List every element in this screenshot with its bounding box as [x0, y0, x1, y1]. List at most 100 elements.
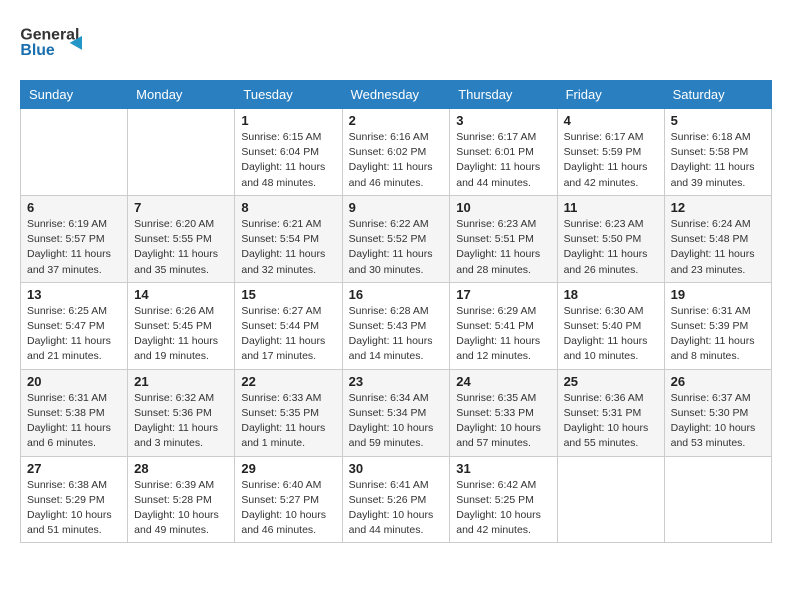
day-info: Sunrise: 6:25 AM Sunset: 5:47 PM Dayligh… — [27, 304, 121, 365]
day-cell: 16Sunrise: 6:28 AM Sunset: 5:43 PM Dayli… — [342, 282, 450, 369]
day-info: Sunrise: 6:31 AM Sunset: 5:38 PM Dayligh… — [27, 391, 121, 452]
day-number: 29 — [241, 461, 335, 476]
day-info: Sunrise: 6:33 AM Sunset: 5:35 PM Dayligh… — [241, 391, 335, 452]
day-number: 12 — [671, 200, 765, 215]
header-wednesday: Wednesday — [342, 81, 450, 109]
day-cell — [21, 109, 128, 196]
day-number: 19 — [671, 287, 765, 302]
logo: General Blue — [20, 20, 100, 64]
header-saturday: Saturday — [664, 81, 771, 109]
day-cell: 11 Sunrise: 6:23 AM Sunset: 5:50 PM Dayli… — [557, 195, 664, 282]
day-cell: 23 Sunrise: 6:34 AM Sunset: 5:34 PM Dayli… — [342, 369, 450, 456]
day-number: 15 — [241, 287, 335, 302]
day-info: Sunrise: 6:15 AM Sunset: 6:04 PM Dayligh… — [241, 130, 335, 191]
day-info: Sunrise: 6:39 AM Sunset: 5:28 PM Dayligh… — [134, 478, 228, 539]
day-number: 9 — [349, 200, 444, 215]
day-cell: 1 Sunrise: 6:15 AM Sunset: 6:04 PM Daylig… — [235, 109, 342, 196]
day-info: Sunrise: 6:17 AM Sunset: 6:01 PM Dayligh… — [456, 130, 550, 191]
day-number: 6 — [27, 200, 121, 215]
day-info: Sunrise: 6:37 AM Sunset: 5:30 PM Dayligh… — [671, 391, 765, 452]
day-number: 28 — [134, 461, 228, 476]
day-cell: 13 Sunrise: 6:25 AM Sunset: 5:47 PM Dayli… — [21, 282, 128, 369]
day-cell: 9 Sunrise: 6:22 AM Sunset: 5:52 PM Daylig… — [342, 195, 450, 282]
day-cell: 3 Sunrise: 6:17 AM Sunset: 6:01 PM Daylig… — [450, 109, 557, 196]
svg-text:General: General — [20, 26, 79, 43]
calendar-table: SundayMondayTuesdayWednesdayThursdayFrid… — [20, 80, 772, 543]
day-cell: 25 Sunrise: 6:36 AM Sunset: 5:31 PM Dayli… — [557, 369, 664, 456]
day-info: Sunrise: 6:31 AM Sunset: 5:39 PM Dayligh… — [671, 304, 765, 365]
day-number: 11 — [564, 200, 658, 215]
day-cell: 5 Sunrise: 6:18 AM Sunset: 5:58 PM Daylig… — [664, 109, 771, 196]
day-number: 18 — [564, 287, 658, 302]
day-info: Sunrise: 6:38 AM Sunset: 5:29 PM Dayligh… — [27, 478, 121, 539]
day-number: 31 — [456, 461, 550, 476]
day-info: Sunrise: 6:18 AM Sunset: 5:58 PM Dayligh… — [671, 130, 765, 191]
day-cell: 12 Sunrise: 6:24 AM Sunset: 5:48 PM Dayli… — [664, 195, 771, 282]
day-number: 5 — [671, 113, 765, 128]
day-number: 17 — [456, 287, 550, 302]
day-number: 2 — [349, 113, 444, 128]
day-cell: 24 Sunrise: 6:35 AM Sunset: 5:33 PM Dayli… — [450, 369, 557, 456]
day-number: 20 — [27, 374, 121, 389]
day-cell: 18 Sunrise: 6:30 AM Sunset: 5:40 PM Dayli… — [557, 282, 664, 369]
day-number: 14 — [134, 287, 228, 302]
day-number: 30 — [349, 461, 444, 476]
day-info: Sunrise: 6:29 AM Sunset: 5:41 PM Dayligh… — [456, 304, 550, 365]
svg-text:Blue: Blue — [20, 42, 54, 59]
day-cell: 15 Sunrise: 6:27 AM Sunset: 5:44 PM Dayli… — [235, 282, 342, 369]
day-cell: 17 Sunrise: 6:29 AM Sunset: 5:41 PM Dayli… — [450, 282, 557, 369]
day-cell: 6 Sunrise: 6:19 AM Sunset: 5:57 PM Daylig… — [21, 195, 128, 282]
day-cell: 28 Sunrise: 6:39 AM Sunset: 5:28 PM Dayli… — [128, 456, 235, 543]
week-row-1: 6 Sunrise: 6:19 AM Sunset: 5:57 PM Daylig… — [21, 195, 772, 282]
day-info: Sunrise: 6:22 AM Sunset: 5:52 PM Dayligh… — [349, 217, 444, 278]
day-info: Sunrise: 6:41 AM Sunset: 5:26 PM Dayligh… — [349, 478, 444, 539]
day-info: Sunrise: 6:35 AM Sunset: 5:33 PM Dayligh… — [456, 391, 550, 452]
day-info: Sunrise: 6:26 AM Sunset: 5:45 PM Dayligh… — [134, 304, 228, 365]
day-info: Sunrise: 6:20 AM Sunset: 5:55 PM Dayligh… — [134, 217, 228, 278]
header-thursday: Thursday — [450, 81, 557, 109]
day-cell: 21 Sunrise: 6:32 AM Sunset: 5:36 PM Dayli… — [128, 369, 235, 456]
day-number: 25 — [564, 374, 658, 389]
week-row-3: 20 Sunrise: 6:31 AM Sunset: 5:38 PM Dayli… — [21, 369, 772, 456]
header-friday: Friday — [557, 81, 664, 109]
day-info: Sunrise: 6:16 AM Sunset: 6:02 PM Dayligh… — [349, 130, 444, 191]
day-number: 21 — [134, 374, 228, 389]
header-row: SundayMondayTuesdayWednesdayThursdayFrid… — [21, 81, 772, 109]
day-number: 7 — [134, 200, 228, 215]
day-cell: 7 Sunrise: 6:20 AM Sunset: 5:55 PM Daylig… — [128, 195, 235, 282]
day-cell: 22Sunrise: 6:33 AM Sunset: 5:35 PM Dayli… — [235, 369, 342, 456]
day-cell: 29 Sunrise: 6:40 AM Sunset: 5:27 PM Dayli… — [235, 456, 342, 543]
day-number: 23 — [349, 374, 444, 389]
page-header: General Blue — [20, 20, 772, 64]
day-info: Sunrise: 6:40 AM Sunset: 5:27 PM Dayligh… — [241, 478, 335, 539]
day-info: Sunrise: 6:24 AM Sunset: 5:48 PM Dayligh… — [671, 217, 765, 278]
day-number: 1 — [241, 113, 335, 128]
day-number: 13 — [27, 287, 121, 302]
day-cell: 14 Sunrise: 6:26 AM Sunset: 5:45 PM Dayli… — [128, 282, 235, 369]
day-info: Sunrise: 6:23 AM Sunset: 5:50 PM Dayligh… — [564, 217, 658, 278]
day-info: Sunrise: 6:19 AM Sunset: 5:57 PM Dayligh… — [27, 217, 121, 278]
day-cell: 27 Sunrise: 6:38 AM Sunset: 5:29 PM Dayli… — [21, 456, 128, 543]
day-number: 8 — [241, 200, 335, 215]
day-info: Sunrise: 6:34 AM Sunset: 5:34 PM Dayligh… — [349, 391, 444, 452]
day-info: Sunrise: 6:27 AM Sunset: 5:44 PM Dayligh… — [241, 304, 335, 365]
day-cell — [557, 456, 664, 543]
day-number: 16 — [349, 287, 444, 302]
day-cell — [664, 456, 771, 543]
header-monday: Monday — [128, 81, 235, 109]
day-info: Sunrise: 6:32 AM Sunset: 5:36 PM Dayligh… — [134, 391, 228, 452]
day-info: Sunrise: 6:21 AM Sunset: 5:54 PM Dayligh… — [241, 217, 335, 278]
day-cell: 4Sunrise: 6:17 AM Sunset: 5:59 PM Daylig… — [557, 109, 664, 196]
day-number: 27 — [27, 461, 121, 476]
day-number: 24 — [456, 374, 550, 389]
day-number: 3 — [456, 113, 550, 128]
day-cell: 19 Sunrise: 6:31 AM Sunset: 5:39 PM Dayli… — [664, 282, 771, 369]
week-row-0: 1 Sunrise: 6:15 AM Sunset: 6:04 PM Daylig… — [21, 109, 772, 196]
day-cell: 8 Sunrise: 6:21 AM Sunset: 5:54 PM Daylig… — [235, 195, 342, 282]
day-cell: 30 Sunrise: 6:41 AM Sunset: 5:26 PM Dayli… — [342, 456, 450, 543]
day-number: 26 — [671, 374, 765, 389]
day-info: Sunrise: 6:30 AM Sunset: 5:40 PM Dayligh… — [564, 304, 658, 365]
day-info: Sunrise: 6:17 AM Sunset: 5:59 PM Dayligh… — [564, 130, 658, 191]
day-number: 10 — [456, 200, 550, 215]
day-info: Sunrise: 6:36 AM Sunset: 5:31 PM Dayligh… — [564, 391, 658, 452]
